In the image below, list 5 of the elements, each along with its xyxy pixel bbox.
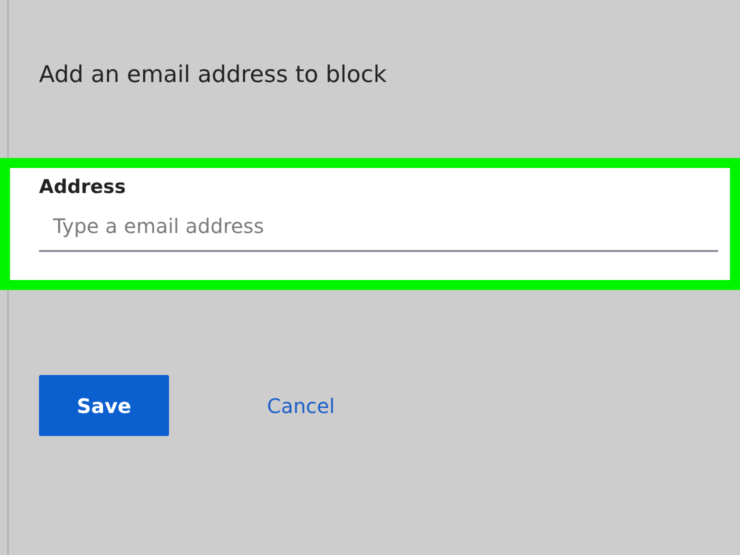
cancel-link[interactable]: Cancel	[267, 394, 335, 418]
field-label: Address	[39, 176, 126, 198]
save-button[interactable]: Save	[39, 375, 169, 436]
input-field[interactable]: Type a email address	[39, 208, 718, 252]
dialog-heading: Add an email address to block	[39, 61, 388, 90]
